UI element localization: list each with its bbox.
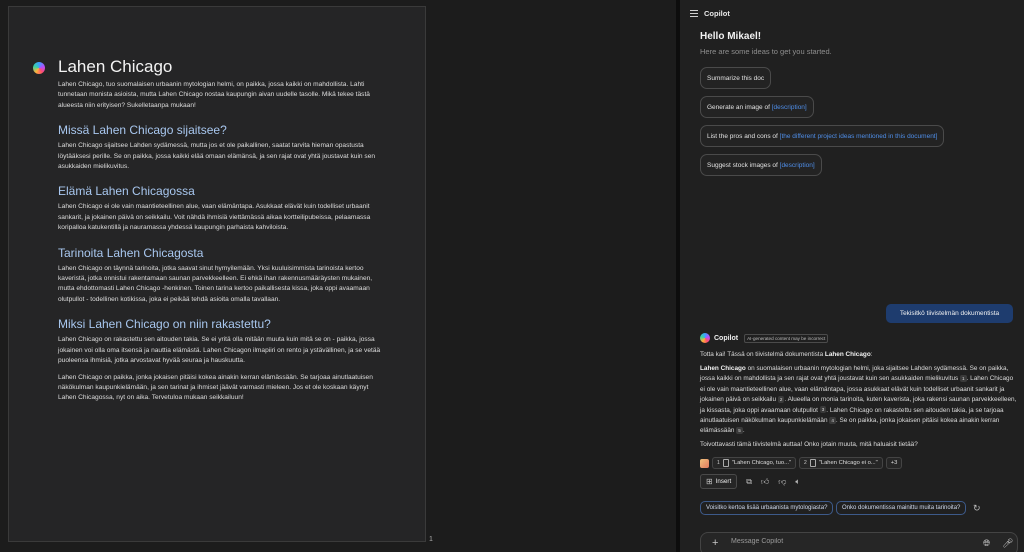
response-summary: Lahen Chicago on suomalaisen urbaanin my…	[700, 364, 1018, 437]
section-heading: Elämä Lahen Chicagossa	[58, 184, 195, 199]
thumbs-down-icon[interactable]: 👎︎	[778, 477, 786, 487]
section-heading: Missä Lahen Chicago sijaitsee?	[58, 123, 227, 138]
add-attachment-icon[interactable]: +	[712, 537, 718, 549]
document-page[interactable]: Lahen Chicago Lahen Chicago, tuo suomala…	[8, 6, 426, 542]
prompt-chip-stock-images[interactable]: Suggest stock images of [description]	[700, 154, 822, 176]
document-body: Lahen Chicago Lahen Chicago, tuo suomala…	[58, 57, 388, 410]
insert-button[interactable]: ⊞ Insert	[700, 474, 738, 489]
suggested-prompt[interactable]: Onko dokumentissa mainittu muita tarinoi…	[836, 501, 967, 515]
message-composer: + 🌐︎ 🎤︎	[700, 532, 1018, 552]
document-icon	[809, 459, 816, 467]
document-title: Lahen Chicago	[58, 57, 173, 76]
copilot-logo-icon	[700, 333, 710, 343]
more-references-button[interactable]: +3	[885, 457, 903, 469]
microphone-icon[interactable]: 🎤︎	[1002, 538, 1013, 549]
section-heading: Miksi Lahen Chicago on niin rakastettu?	[58, 317, 271, 332]
ai-disclaimer-badge: AI-generated content may be incorrect	[744, 333, 829, 343]
greeting: Hello Mikael!	[700, 31, 762, 42]
copilot-margin-icon[interactable]	[33, 62, 45, 74]
globe-icon[interactable]: 🌐︎	[983, 538, 990, 549]
copy-icon[interactable]: ⧉	[746, 477, 752, 487]
section-paragraph: Lahen Chicago on täynnä tarinoita, jotka…	[58, 264, 373, 303]
chip-text: Summarize this doc	[707, 74, 765, 82]
section-paragraph: Lahen Chicago on paikka, jonka jokaisen …	[58, 373, 373, 402]
response-intro-bold: Lahen Chicago	[824, 351, 871, 358]
user-message: Tekisitkö tiivistelmän dokumentista	[886, 304, 1013, 323]
section-heading: Tarinoita Lahen Chicagosta	[58, 245, 204, 260]
summary-bold: Lahen Chicago	[700, 365, 746, 372]
thumbs-up-icon[interactable]: 👍︎	[761, 477, 769, 487]
prompt-chip-summarize[interactable]: Summarize this doc	[700, 67, 772, 89]
chip-placeholder: [the different project ideas mentioned i…	[779, 132, 938, 140]
pane-title: Copilot	[704, 8, 730, 18]
chip-text: Generate an image of	[707, 103, 770, 111]
pane-header: Copilot	[690, 7, 730, 19]
app-window: Lahen Chicago Lahen Chicago, tuo suomala…	[0, 0, 1024, 552]
response-intro: Totta kai! Tässä on tiivistelmä dokument…	[700, 350, 1018, 360]
chip-text: Suggest stock images of	[707, 161, 778, 169]
menu-icon[interactable]	[690, 9, 698, 17]
prompt-chip-pros-cons[interactable]: List the pros and cons of [the different…	[700, 125, 945, 147]
section-paragraph: Lahen Chicago sijaitsee Lahden sydämessä…	[58, 142, 376, 171]
insert-icon: ⊞	[706, 476, 713, 486]
response-closing: Toivottavasti tämä tiivistelmä auttaa! O…	[700, 441, 918, 448]
response-header: Copilot AI-generated content may be inco…	[700, 333, 829, 343]
refresh-suggestions-icon[interactable]: ↻	[973, 503, 981, 514]
chip-placeholder: [description]	[779, 161, 815, 169]
section-paragraph: Lahen Chicago ei ole vain maantieteellin…	[58, 203, 371, 232]
response-intro-text: Totta kai! Tässä on tiivistelmä dokument…	[700, 351, 825, 358]
chip-text: List the pros and cons of	[707, 132, 778, 140]
prompt-chip-generate-image[interactable]: Generate an image of [description]	[700, 96, 814, 118]
copilot-pane: Copilot Hello Mikael! Here are some idea…	[680, 0, 1024, 552]
document-icon	[722, 459, 729, 467]
ideas-subtitle: Here are some ideas to get you started.	[700, 47, 832, 56]
reference-pill[interactable]: 1 "Lahen Chicago, tuo..."	[712, 457, 797, 469]
response-author: Copilot	[714, 334, 739, 342]
page-number: 1	[429, 536, 433, 543]
reference-text: "Lahen Chicago ei o..."	[818, 460, 878, 466]
document-canvas: Lahen Chicago Lahen Chicago, tuo suomala…	[0, 0, 676, 552]
reference-number: 2	[804, 460, 807, 466]
response-intro-suffix: :	[870, 351, 873, 358]
reference-pill[interactable]: 2 "Lahen Chicago ei o..."	[799, 457, 883, 469]
insert-label: Insert	[715, 478, 732, 485]
summary-text: .	[742, 427, 745, 435]
response-actions: ⊞ Insert ⧉ 👍︎ 👎︎ 🔈︎	[700, 474, 800, 489]
reference-text: "Lahen Chicago, tuo..."	[731, 460, 792, 466]
references-row: 1 "Lahen Chicago, tuo..." 2 "Lahen Chica…	[700, 457, 903, 469]
message-input[interactable]	[731, 538, 971, 545]
chip-placeholder: [description]	[771, 103, 807, 111]
reference-number: 1	[717, 460, 720, 466]
document-intro: Lahen Chicago, tuo suomalaisen urbaanin …	[58, 81, 370, 109]
section-paragraph: Lahen Chicago on rakastettu sen aitouden…	[58, 336, 381, 365]
suggested-prompt[interactable]: Voisitko kertoa lisää urbaanista mytolog…	[700, 501, 834, 515]
read-aloud-icon[interactable]: 🔈︎	[795, 477, 800, 487]
sources-icon[interactable]	[700, 458, 709, 468]
